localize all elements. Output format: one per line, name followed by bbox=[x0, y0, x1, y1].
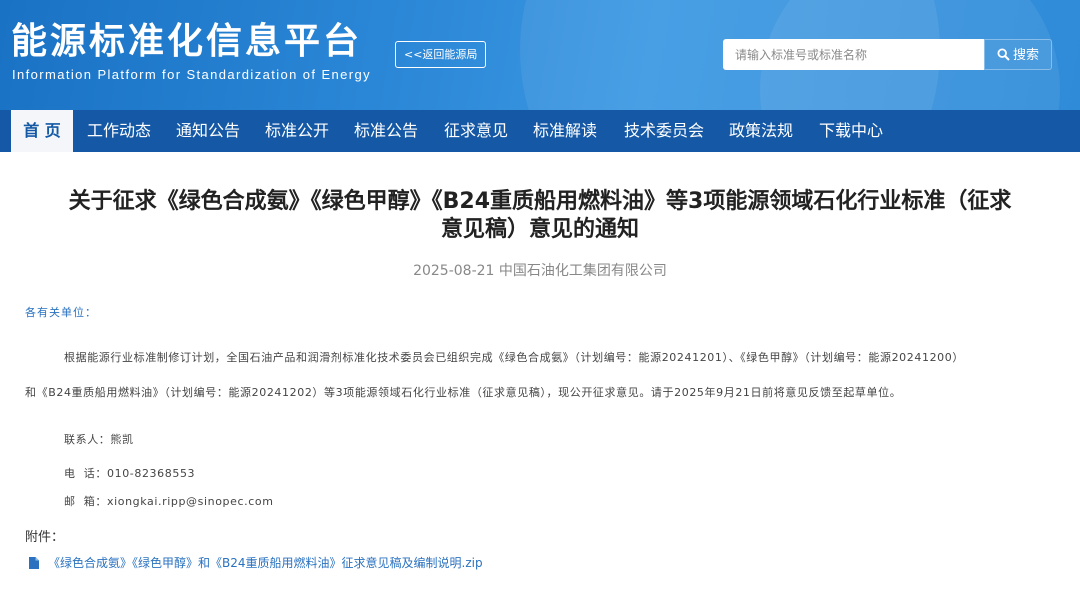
article-paragraph: 和《B24重质船用燃料油》（计划编号：能源20241202）等3项能源领域石化行… bbox=[25, 386, 902, 399]
article-date: 2025-08-21 bbox=[413, 263, 495, 279]
search-button-label: 搜索 bbox=[1012, 48, 1039, 63]
contact-person: 联系人：熊凯 bbox=[64, 433, 134, 446]
article-salutation: 各有关单位： bbox=[25, 306, 97, 319]
article-paragraph: 根据能源行业标准制修订计划，全国石油产品和润滑剂标准化技术委员会已组织完成《绿色… bbox=[64, 351, 964, 364]
site-logo-subtitle: Information Platform for Standardization… bbox=[12, 67, 372, 82]
file-icon bbox=[29, 557, 39, 572]
nav-item-downloads[interactable]: 下载中心 bbox=[813, 110, 889, 152]
attachment-filename: 《绿色合成氨》《绿色甲醇》和《B24重质船用燃料油》征求意见稿及编制说明.zip bbox=[48, 556, 483, 570]
nav-item-work-news[interactable]: 工作动态 bbox=[82, 110, 156, 152]
nav-item-interpretation[interactable]: 标准解读 bbox=[527, 110, 603, 152]
nav-item-committees[interactable]: 技术委员会 bbox=[618, 110, 710, 152]
main-nav: 首 页 工作动态 通知公告 标准公开 标准公告 征求意见 标准解读 技术委员会 … bbox=[0, 110, 1080, 152]
site-header: 能源标准化信息平台 Information Platform for Stand… bbox=[0, 0, 1080, 110]
article-title: 关于征求《绿色合成氨》《绿色甲醇》《B24重质船用燃料油》等3项能源领域石化行业… bbox=[20, 188, 1060, 244]
nav-item-notices[interactable]: 通知公告 bbox=[170, 110, 246, 152]
nav-item-comments[interactable]: 征求意见 bbox=[438, 110, 514, 152]
article-title-line: 意见稿）意见的通知 bbox=[440, 217, 639, 242]
article-title-line: 关于征求《绿色合成氨》《绿色甲醇》《B24重质船用燃料油》等3项能源领域石化行业… bbox=[68, 189, 1012, 214]
search-icon bbox=[997, 48, 1010, 61]
site-logo-title[interactable]: 能源标准化信息平台 bbox=[11, 20, 362, 64]
contact-phone: 电 话：010-82368553 bbox=[64, 467, 196, 480]
article-source: 中国石油化工集团有限公司 bbox=[498, 263, 667, 279]
nav-item-home[interactable]: 首 页 bbox=[11, 110, 73, 152]
search-button[interactable]: 搜索 bbox=[984, 39, 1052, 70]
nav-item-policies[interactable]: 政策法规 bbox=[723, 110, 799, 152]
nav-item-standards-announcements[interactable]: 标准公告 bbox=[348, 110, 424, 152]
nav-item-standards-public[interactable]: 标准公开 bbox=[259, 110, 335, 152]
attachments-label: 附件： bbox=[25, 530, 65, 545]
article-meta: 2025-08-21 中国石油化工集团有限公司 bbox=[0, 260, 1080, 280]
attachment-link[interactable]: 《绿色合成氨》《绿色甲醇》和《B24重质船用燃料油》征求意见稿及编制说明.zip bbox=[29, 554, 483, 572]
contact-email: 邮 箱：xiongkai.ripp@sinopec.com bbox=[64, 495, 274, 508]
search-input[interactable] bbox=[723, 39, 984, 70]
back-to-nea-link[interactable]: <<返回能源局 bbox=[395, 41, 487, 68]
